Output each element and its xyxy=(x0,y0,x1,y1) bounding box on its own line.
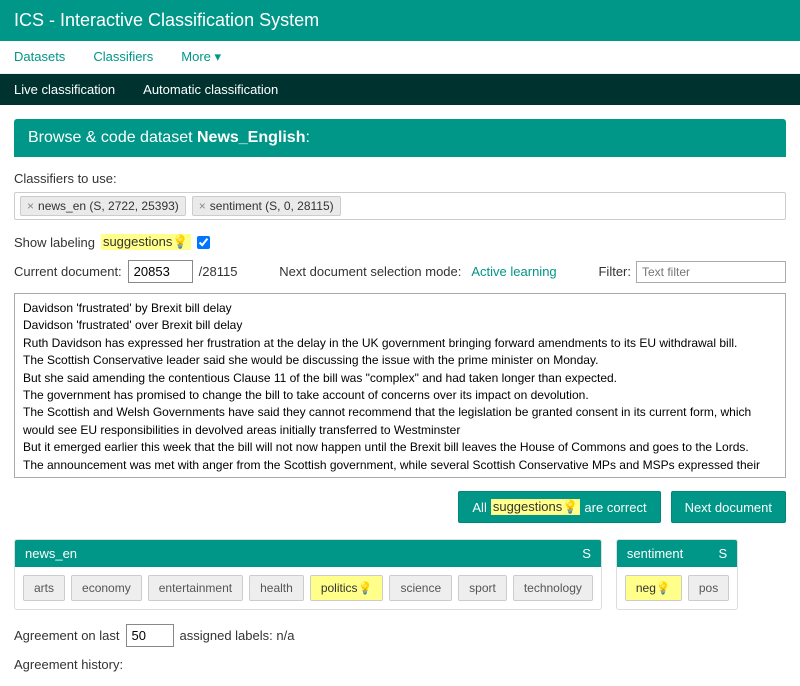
close-icon[interactable]: × xyxy=(199,199,206,213)
category-arts[interactable]: arts xyxy=(23,575,65,601)
nav-classifiers[interactable]: Classifiers xyxy=(93,49,153,65)
show-suggestions-row: Show labeling suggestions💡 xyxy=(14,234,786,250)
sub-nav: Live classification Automatic classifica… xyxy=(0,74,800,105)
category-technology[interactable]: technology xyxy=(513,575,593,601)
current-doc-total: /28115 xyxy=(199,264,238,279)
current-doc-input[interactable] xyxy=(128,260,193,283)
bulb-icon: 💡 xyxy=(172,234,188,249)
classifiers-label: Classifiers to use: xyxy=(14,171,786,186)
category-neg[interactable]: neg💡 xyxy=(625,575,682,601)
document-controls-row: Current document: /28115 Next document s… xyxy=(14,260,786,283)
agreement-count-input[interactable] xyxy=(126,624,174,647)
classifier-groups: news_en S arts economy entertainment hea… xyxy=(14,539,786,610)
category-sport[interactable]: sport xyxy=(458,575,507,601)
app-header: ICS - Interactive Classification System xyxy=(0,0,800,41)
subnav-auto[interactable]: Automatic classification xyxy=(143,82,278,97)
main-nav: Datasets Classifiers More ▾ xyxy=(0,41,800,74)
document-text[interactable] xyxy=(14,293,786,478)
close-icon[interactable]: × xyxy=(27,199,34,213)
suggestions-highlight: suggestions💡 xyxy=(101,234,191,250)
agreement-suffix: assigned labels: n/a xyxy=(180,628,295,643)
next-document-button[interactable]: Next document xyxy=(671,491,786,523)
bulb-icon: 💡 xyxy=(562,499,578,514)
next-mode-link[interactable]: Active learning xyxy=(471,264,556,279)
filter-label: Filter: xyxy=(598,264,631,279)
agreement-prefix: Agreement on last xyxy=(14,628,120,643)
group-name: news_en xyxy=(25,546,77,561)
panel-header: Browse & code dataset News_English: xyxy=(14,119,786,157)
all-suggestions-correct-button[interactable]: All suggestions💡 are correct xyxy=(458,491,660,523)
category-health[interactable]: health xyxy=(249,575,304,601)
category-economy[interactable]: economy xyxy=(71,575,142,601)
chip-label: sentiment (S, 0, 28115) xyxy=(210,199,334,213)
classifier-select[interactable]: × news_en (S, 2722, 25393) × sentiment (… xyxy=(14,192,786,220)
panel-title-prefix: Browse & code dataset xyxy=(28,129,197,146)
group-badge: S xyxy=(582,546,591,561)
classifier-chip-sentiment: × sentiment (S, 0, 28115) xyxy=(192,196,341,216)
nav-more[interactable]: More ▾ xyxy=(181,49,221,65)
app-title: ICS - Interactive Classification System xyxy=(14,10,319,30)
content: Browse & code dataset News_English: Clas… xyxy=(0,105,800,686)
group-header: sentiment S xyxy=(617,540,737,567)
agreement-history-label: Agreement history: xyxy=(14,657,786,672)
nav-datasets[interactable]: Datasets xyxy=(14,49,65,65)
category-pos[interactable]: pos xyxy=(688,575,729,601)
filter-input[interactable] xyxy=(636,261,786,283)
category-science[interactable]: science xyxy=(389,575,452,601)
panel-dataset-name: News_English xyxy=(197,129,305,146)
category-entertainment[interactable]: entertainment xyxy=(148,575,243,601)
bulb-icon: 💡 xyxy=(358,581,373,595)
group-body: arts economy entertainment health politi… xyxy=(15,567,601,609)
group-name: sentiment xyxy=(627,546,683,561)
suggestions-highlight: suggestions💡 xyxy=(491,499,581,515)
classifier-group-sentiment: sentiment S neg💡 pos xyxy=(616,539,738,610)
chip-label: news_en (S, 2722, 25393) xyxy=(38,199,179,213)
agreement-row: Agreement on last assigned labels: n/a xyxy=(14,624,786,647)
show-suggestions-checkbox[interactable] xyxy=(197,236,210,249)
action-row: All suggestions💡 are correct Next docume… xyxy=(14,491,786,523)
subnav-live[interactable]: Live classification xyxy=(14,82,115,97)
current-doc-label: Current document: xyxy=(14,264,122,279)
bulb-icon: 💡 xyxy=(656,581,671,595)
group-header: news_en S xyxy=(15,540,601,567)
next-mode-label: Next document selection mode: xyxy=(279,264,461,279)
show-labeling-text: Show labeling xyxy=(14,235,95,250)
group-body: neg💡 pos xyxy=(617,567,737,609)
classifier-group-news-en: news_en S arts economy entertainment hea… xyxy=(14,539,602,610)
classifier-chip-news-en: × news_en (S, 2722, 25393) xyxy=(20,196,186,216)
group-badge: S xyxy=(719,546,728,561)
category-politics[interactable]: politics💡 xyxy=(310,575,384,601)
